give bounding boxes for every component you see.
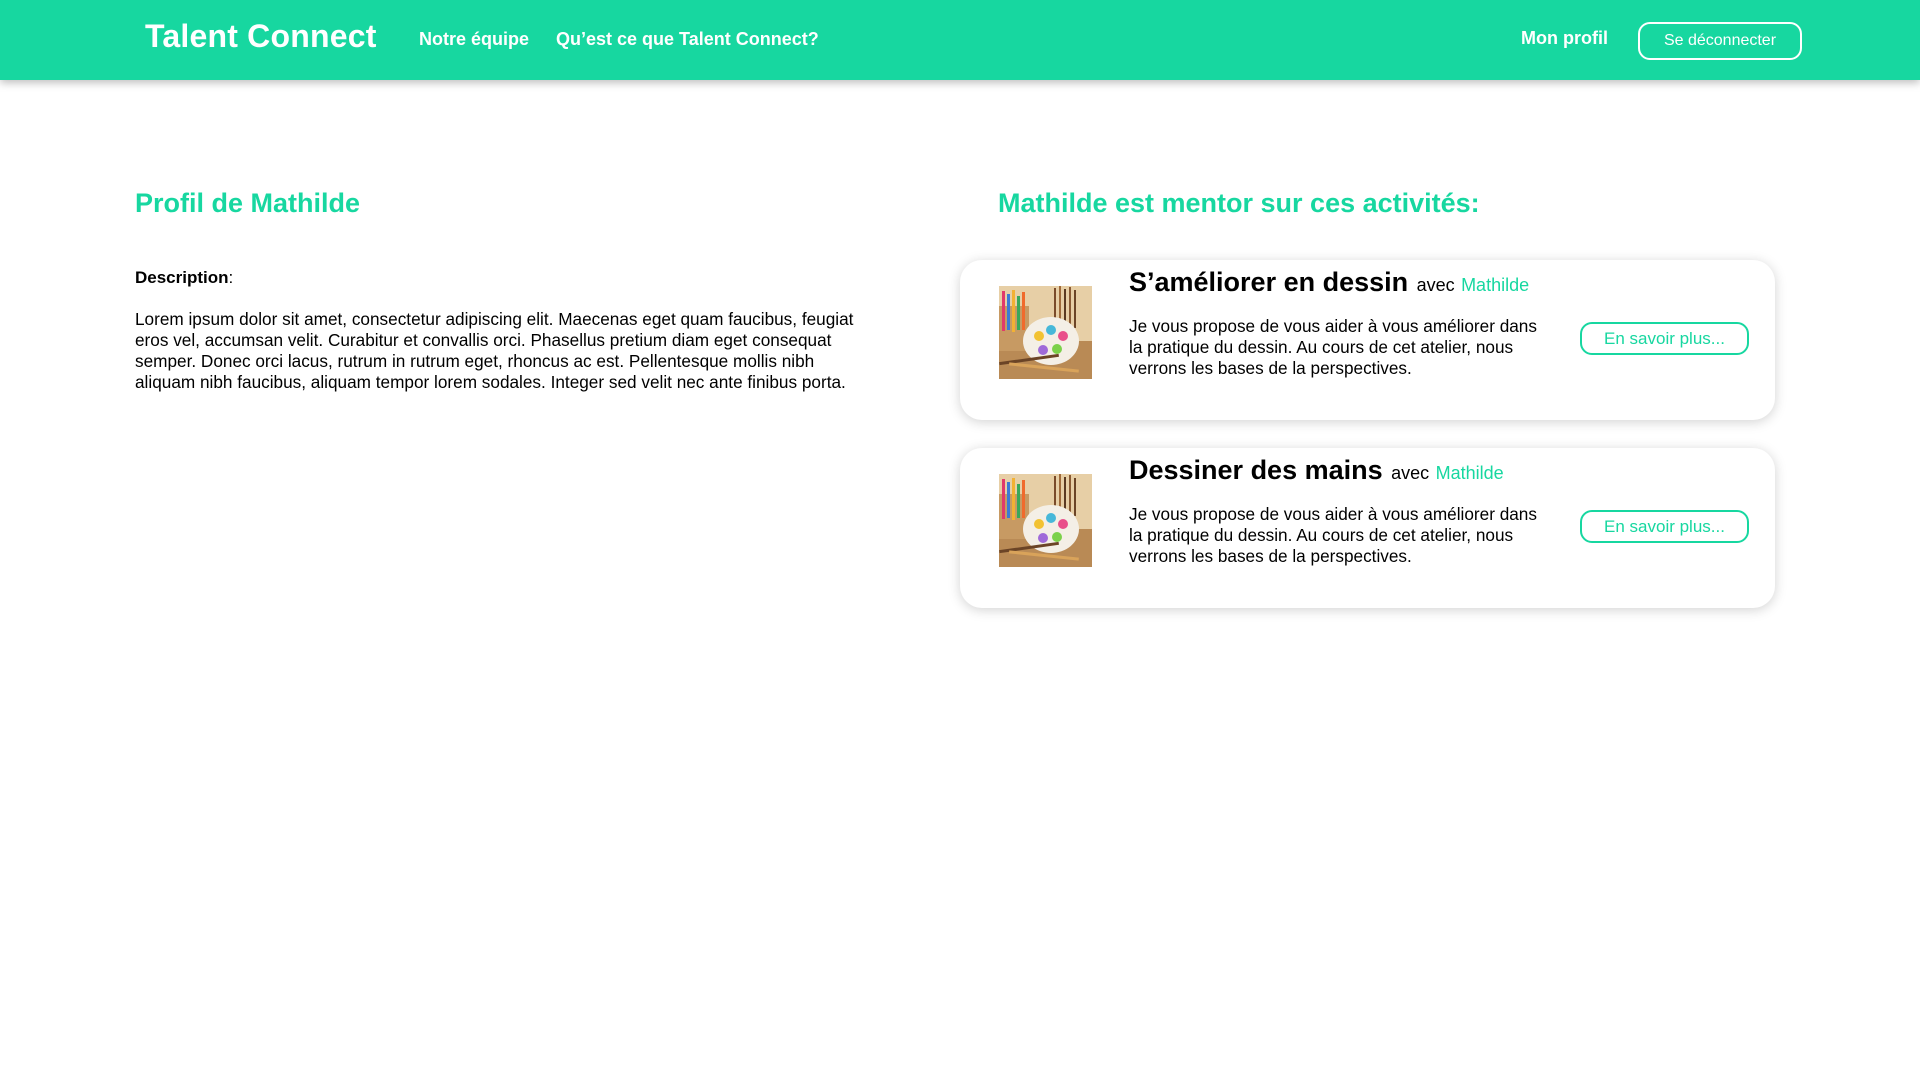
activity-title-row: Dessiner des mains avec Mathilde [1129,455,1504,486]
learn-more-button[interactable]: En savoir plus... [1580,510,1749,543]
description-label-row: Description: [135,268,233,288]
activity-with-label: avec [1416,275,1455,295]
activity-image [999,474,1092,567]
description-colon: : [228,268,234,287]
top-navbar: Talent Connect Notre équipe Qu’est ce qu… [0,0,1920,80]
activity-title: S’améliorer en dessin [1129,267,1409,297]
activity-card: Dessiner des mains avec Mathilde Je vous… [960,448,1775,608]
activity-description: Je vous propose de vous aider à vous amé… [1129,316,1537,378]
activity-mentor-name[interactable]: Mathilde [1461,275,1529,295]
description-label: Description [135,268,229,287]
nav-link-team[interactable]: Notre équipe [419,29,529,50]
activity-title: Dessiner des mains [1129,455,1383,485]
logout-button[interactable]: Se déconnecter [1638,22,1802,60]
activity-card: S’améliorer en dessin avec Mathilde Je v… [960,260,1775,420]
learn-more-button[interactable]: En savoir plus... [1580,322,1749,355]
activity-image [999,286,1092,379]
art-supplies-palette-image [999,286,1092,379]
activity-title-row: S’améliorer en dessin avec Mathilde [1129,267,1529,298]
activity-mentor-name[interactable]: Mathilde [1436,463,1504,483]
nav-link-about[interactable]: Qu’est ce que Talent Connect? [556,29,819,50]
activity-with-label: avec [1391,463,1430,483]
mentor-activities-title: Mathilde est mentor sur ces activités: [998,188,1480,218]
profile-title: Profil de Mathilde [135,188,361,218]
profile-description: Lorem ipsum dolor sit amet, consectetur … [135,309,854,392]
nav-link-profile[interactable]: Mon profil [1521,28,1608,49]
art-supplies-palette-image [999,474,1092,567]
activity-description: Je vous propose de vous aider à vous amé… [1129,504,1537,566]
brand-logo[interactable]: Talent Connect [145,18,377,55]
